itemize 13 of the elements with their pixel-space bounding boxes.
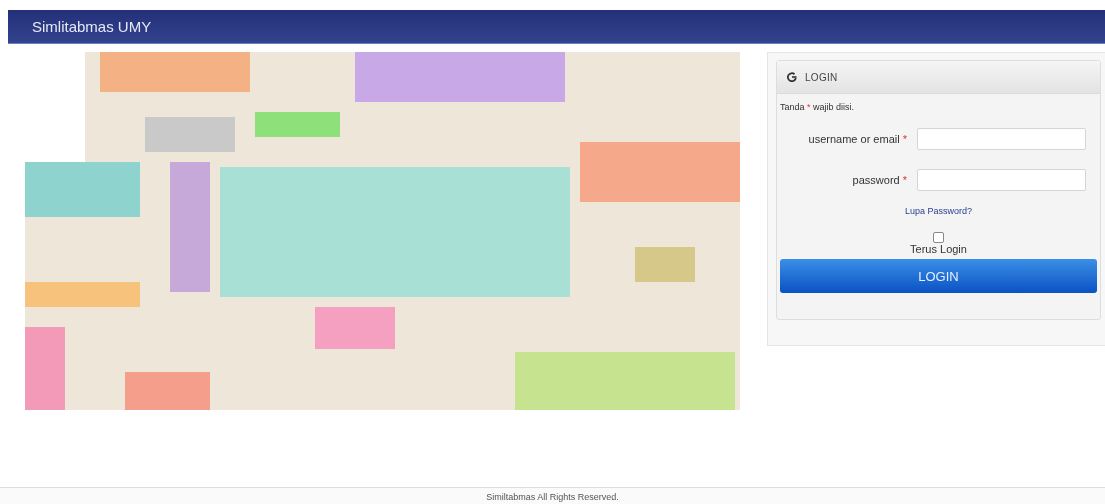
input-field[interactable] (917, 127, 1086, 150)
forgot-password-link[interactable]: Lupa Password? (904, 206, 972, 216)
remember-checkbox[interactable] (933, 232, 944, 243)
field-label: username or email * (807, 132, 908, 145)
login-button[interactable]: LOGIN (780, 259, 1097, 293)
required-note: Tanda * wajib diisi. (779, 101, 856, 114)
site-title: Simlitabmas UMY (32, 18, 152, 35)
input-field[interactable] (917, 168, 1086, 191)
panel-title: LOGIN (805, 71, 838, 83)
footer-text: Similtabmas All Rights Reserved. (486, 491, 619, 502)
checkbox-label: Terus Login (910, 243, 967, 255)
login-icon (787, 72, 797, 82)
field-label: password * (851, 173, 908, 186)
